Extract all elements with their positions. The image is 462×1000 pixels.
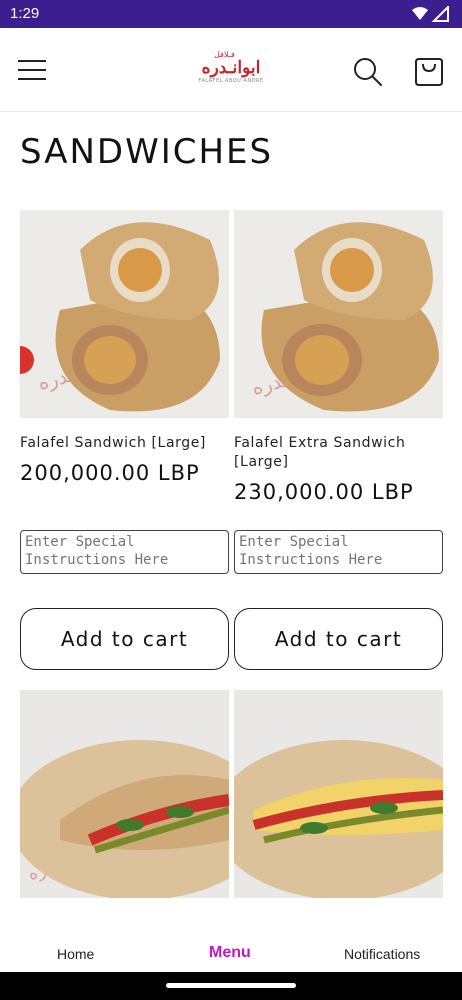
app-header: فـلافل ابوانـدره FALAFEL ABOU ANDRE (0, 28, 462, 112)
special-instructions-input[interactable] (234, 530, 443, 574)
search-icon[interactable] (352, 56, 384, 88)
falafel-wrap-image: ابوانـدره (20, 210, 229, 418)
hummus-wrap-image: ابوانـدره (20, 690, 229, 898)
product-name[interactable]: Falafel Sandwich [Large] (20, 434, 229, 453)
product-price: 200,000.00 LBP (20, 461, 200, 485)
cart-icon[interactable] (412, 54, 446, 88)
nav-home[interactable]: Home (57, 946, 94, 962)
brand-logo[interactable]: فـلافل ابوانـدره FALAFEL ABOU ANDRE (192, 50, 270, 90)
product-image[interactable]: ابوانـدره (20, 690, 229, 898)
falafel-extra-wrap-image: ابوانـدره (234, 210, 443, 418)
bottom-nav: Home Menu Notifications (0, 930, 462, 972)
product-image[interactable] (234, 690, 443, 898)
logo-top-text: فـلافل (214, 50, 235, 59)
status-time: 1:29 (10, 5, 40, 22)
product-card: ابوانـدره (20, 690, 229, 898)
home-gesture-handle[interactable] (166, 983, 296, 988)
nav-notifications[interactable]: Notifications (344, 946, 420, 962)
system-nav-bar (0, 972, 462, 1000)
logo-arabic-text: ابوانـدره (201, 58, 261, 78)
product-price: 230,000.00 LBP (234, 480, 414, 504)
add-to-cart-button[interactable]: Add to cart (234, 608, 443, 670)
product-image[interactable]: ابوانـدره (20, 210, 229, 418)
egg-wrap-image (234, 690, 443, 898)
signal-icon (431, 6, 449, 22)
status-bar: 1:29 (0, 0, 462, 28)
product-image[interactable]: ابوانـدره (234, 210, 443, 418)
nav-menu[interactable]: Menu (209, 944, 251, 962)
product-name[interactable]: Falafel Extra Sandwich [Large] (234, 434, 443, 472)
product-card (234, 690, 443, 898)
add-to-cart-button[interactable]: Add to cart (20, 608, 229, 670)
logo-subtitle: FALAFEL ABOU ANDRE (198, 78, 264, 84)
status-icons (412, 6, 449, 22)
product-card: ابوانـدره Falafel Extra Sandwich [Large]… (234, 210, 443, 670)
wifi-icon (412, 7, 428, 20)
page-title: SANDWICHES (20, 132, 274, 172)
special-instructions-input[interactable] (20, 530, 229, 574)
menu-icon[interactable] (18, 56, 48, 84)
product-card: ابوانـدره Falafel Sandwich [Large] 200,0… (20, 210, 229, 670)
